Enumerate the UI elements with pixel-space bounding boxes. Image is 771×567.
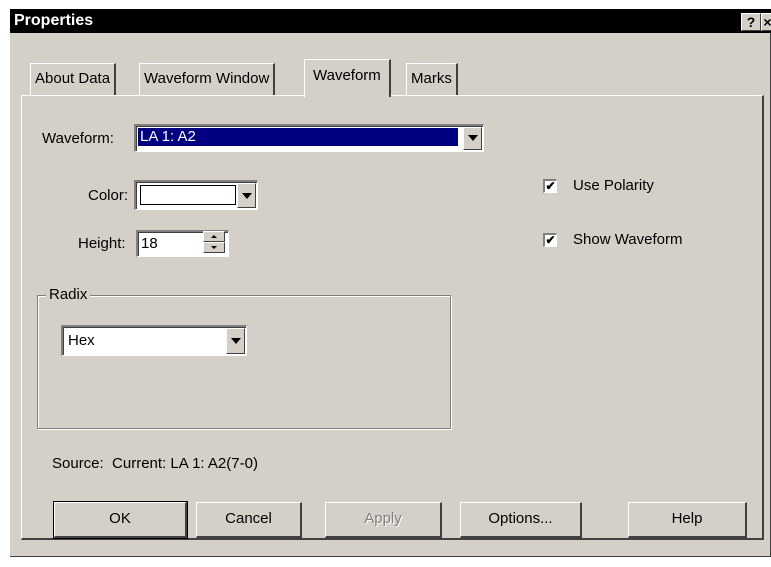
color-swatch [140, 185, 236, 205]
use-polarity-checkbox[interactable]: ✔ [543, 179, 557, 193]
help-button[interactable]: Help [628, 502, 747, 538]
chevron-down-icon[interactable] [226, 328, 245, 354]
show-waveform-label: Show Waveform [573, 231, 683, 248]
waveform-select[interactable]: LA 1: A2 [134, 124, 484, 152]
waveform-label: Waveform: [42, 130, 114, 147]
spin-down-icon[interactable] [203, 242, 225, 253]
show-waveform-checkbox[interactable]: ✔ [543, 233, 557, 247]
height-label: Height: [78, 235, 126, 252]
waveform-select-value: LA 1: A2 [137, 127, 459, 147]
radix-select[interactable]: Hex [61, 325, 247, 356]
cancel-button[interactable]: Cancel [196, 502, 302, 538]
source-text: Source: Current: LA 1: A2(7-0) [52, 455, 258, 472]
radix-group-label: Radix [46, 286, 91, 303]
spin-up-icon[interactable] [203, 231, 225, 242]
height-value: 18 [141, 235, 158, 252]
color-label: Color: [88, 187, 129, 204]
radix-select-value: Hex [68, 332, 95, 349]
radix-group [37, 295, 451, 429]
apply-button[interactable]: Apply [325, 502, 442, 538]
height-stepper[interactable] [203, 231, 227, 255]
color-select[interactable] [134, 180, 258, 210]
options-button[interactable]: Options... [460, 502, 582, 538]
ok-button[interactable]: OK [53, 501, 188, 539]
use-polarity-label: Use Polarity [573, 177, 654, 194]
chevron-down-icon[interactable] [463, 127, 482, 150]
chevron-down-icon[interactable] [237, 183, 256, 208]
